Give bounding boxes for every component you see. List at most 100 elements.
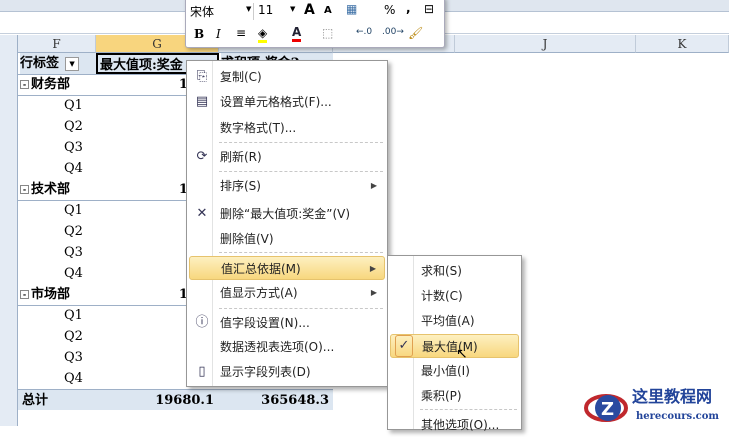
row-label-header: 行标签 ▼ [20, 53, 96, 74]
menu-separator [420, 409, 517, 410]
quarter-label: Q2 [64, 119, 83, 134]
merge-center-icon[interactable]: ⊟ [424, 2, 434, 16]
row-headers [0, 35, 18, 426]
mouse-cursor-icon: ↖ [456, 346, 468, 362]
font-color-icon[interactable]: A [292, 25, 302, 42]
group-row-label[interactable]: - 技术部 [20, 179, 96, 200]
total-row: 总计 19680.1 365648.3 [18, 389, 333, 410]
menu-separator [219, 142, 383, 143]
quarter-label: Q3 [64, 350, 83, 365]
menu-item-label: 值汇总依据(M) [221, 262, 301, 276]
submenu-item[interactable]: ✓ 最大值(M) [390, 334, 519, 358]
decrease-decimal-icon[interactable]: .00→ [382, 27, 404, 37]
submenu-item[interactable]: 计数(C) [390, 284, 519, 308]
menu-separator [219, 171, 383, 172]
submenu-item-label: 平均值(A) [421, 314, 475, 328]
submenu-arrow-icon: ▶ [370, 181, 377, 190]
refresh-icon: ⟳ [196, 149, 208, 164]
submenu-item-label: 最大值(M) [422, 340, 478, 354]
context-menu-item[interactable]: 排序(S) ▶ [189, 174, 385, 198]
context-menu-item[interactable]: ▤ 设置单元格格式(F)... [189, 90, 385, 114]
fill-color-icon[interactable]: ◈ [258, 26, 268, 43]
context-menu-item[interactable]: 数字格式(T)... [189, 116, 385, 140]
quarter-label: Q1 [64, 308, 83, 323]
context-menu-item[interactable]: ▯ 显示字段列表(D) [189, 360, 385, 384]
bold-button[interactable]: B [194, 27, 204, 41]
align-center-icon[interactable]: ≡ [236, 26, 246, 40]
collapse-icon[interactable]: - [20, 185, 29, 194]
copy-icon: ⎘ [196, 69, 208, 84]
menu-item-label: 数据透视表选项(O)... [220, 340, 335, 354]
submenu-item[interactable]: 最小值(I) [390, 359, 519, 383]
group-name: 技术部 [31, 182, 71, 197]
group-row-label[interactable]: - 市场部 [20, 284, 96, 305]
context-menu-item[interactable]: ✕ 删除“最大值项:奖金”(V) [189, 202, 385, 226]
row-label-text: 行标签 [20, 56, 60, 71]
submenu-item[interactable]: 乘积(P) [390, 384, 519, 408]
context-menu-item[interactable]: 值显示方式(A) ▶ [189, 281, 385, 305]
total-sum: 365648.3 [261, 393, 329, 408]
column-header-j[interactable]: J [455, 35, 636, 53]
italic-button[interactable]: I [216, 27, 221, 41]
format-painter-icon[interactable]: 🖌 [408, 26, 423, 40]
menu-item-label: 值字段设置(N)... [220, 316, 310, 330]
collapse-icon[interactable]: - [20, 290, 29, 299]
total-max: 19680.1 [155, 393, 214, 408]
submenu-arrow-icon: ▶ [369, 264, 376, 273]
context-menu-item[interactable]: ⟳ 刷新(R) [189, 145, 385, 169]
context-menu-item[interactable]: ⓘ 值字段设置(N)... [189, 311, 385, 335]
quarter-label: Q4 [64, 266, 83, 281]
menu-item-label: 值显示方式(A) [220, 286, 298, 300]
font-name-select[interactable]: 宋体 [190, 3, 254, 20]
quarter-label: Q4 [64, 371, 83, 386]
accounting-format-icon[interactable]: ▦ [346, 2, 357, 16]
checkmark-icon: ✓ [395, 335, 413, 357]
submenu-arrow-icon: ▶ [370, 288, 377, 297]
menu-item-label: 删除值(V) [220, 232, 274, 246]
column-header-k[interactable]: K [636, 35, 729, 53]
submenu-item[interactable]: 其他选项(O)... [390, 413, 519, 437]
context-menu-item[interactable]: 数据透视表选项(O)... [189, 335, 385, 359]
collapse-icon[interactable]: - [20, 80, 29, 89]
chevron-down-icon[interactable]: ▼ [290, 5, 295, 13]
format-cells-icon: ▤ [195, 94, 209, 109]
watermark-logo: Z 这里教程网 herecours.com [584, 387, 719, 422]
total-label: 总计 [22, 393, 49, 408]
submenu-item-label: 求和(S) [421, 264, 462, 278]
menu-item-label: 显示字段列表(D) [220, 365, 311, 379]
svg-text:Z: Z [601, 399, 614, 420]
chevron-down-icon[interactable]: ▼ [246, 5, 251, 13]
group-row-label[interactable]: - 财务部 [20, 74, 96, 95]
mini-toolbar: 宋体 ▼ 11 ▼ A A ▦ % , ⊟ B I ≡ ◈ A ⬚ ←.0 .0… [185, 0, 445, 48]
context-menu: ⎘ 复制(C) ▤ 设置单元格格式(F)... 数字格式(T)... ⟳ 刷新(R) 排序(S… [186, 60, 388, 387]
context-menu-item[interactable]: ⎘ 复制(C) [189, 65, 385, 89]
submenu-item-label: 计数(C) [421, 289, 463, 303]
menu-item-label: 复制(C) [220, 70, 262, 84]
watermark-title: 这里教程网 [632, 387, 712, 406]
field-list-icon: ▯ [198, 364, 206, 379]
context-menu-item[interactable]: 删除值(V) [189, 227, 385, 251]
quarter-label: Q3 [64, 140, 83, 155]
menu-item-label: 数字格式(T)... [220, 121, 297, 135]
quarter-label: Q3 [64, 245, 83, 260]
menu-item-label: 设置单元格格式(F)... [220, 95, 332, 109]
shrink-font-button[interactable]: A [324, 5, 332, 16]
filter-dropdown-icon[interactable]: ▼ [65, 56, 80, 71]
submenu-item[interactable]: 求和(S) [390, 259, 519, 283]
menu-item-label: 删除“最大值项:奖金”(V) [220, 207, 351, 221]
percent-button[interactable]: % [384, 3, 395, 17]
group-name: 财务部 [31, 77, 71, 92]
grow-font-button[interactable]: A [304, 2, 315, 18]
menu-separator [219, 308, 383, 309]
submenu-item[interactable]: 平均值(A) [390, 309, 519, 333]
quarter-label: Q1 [64, 98, 83, 113]
menu-separator [219, 252, 383, 253]
watermark-url: herecours.com [636, 411, 719, 422]
delete-icon: ✕ [196, 206, 208, 221]
borders-icon[interactable]: ⬚ [322, 26, 333, 40]
context-menu-item[interactable]: 值汇总依据(M) ▶ [189, 256, 385, 280]
column-header-f[interactable]: F [18, 35, 96, 53]
comma-button[interactable]: , [406, 1, 411, 15]
group-name: 市场部 [31, 287, 71, 302]
increase-decimal-icon[interactable]: ←.0 [356, 27, 372, 37]
